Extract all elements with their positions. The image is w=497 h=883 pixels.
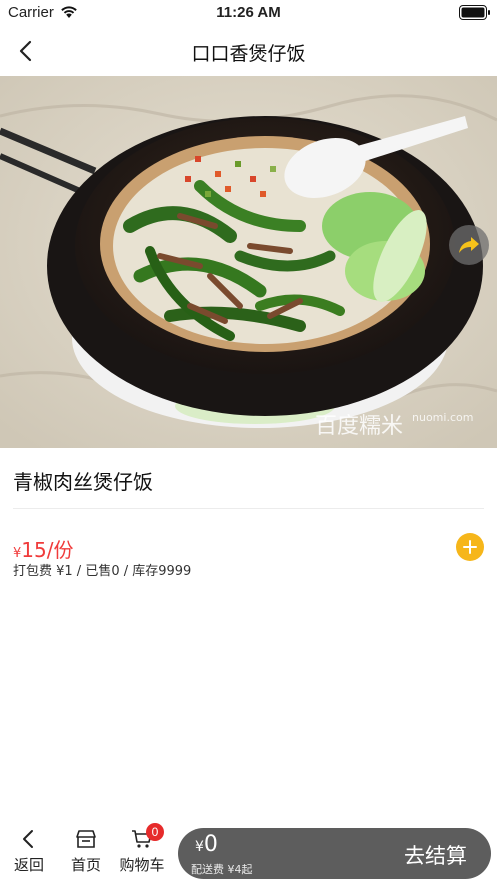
tab-cart[interactable]: 0 购物车 bbox=[116, 823, 168, 875]
checkout-bar[interactable]: ¥0 配送费 ¥4起 去结算 bbox=[178, 828, 491, 879]
product-name: 青椒肉丝煲仔饭 bbox=[13, 470, 153, 494]
price: ¥15/份 bbox=[13, 534, 73, 563]
delivery-fee: 配送费 ¥4起 bbox=[191, 863, 253, 876]
status-time: 11:26 AM bbox=[216, 4, 281, 21]
page-title: 口口香煲仔饭 bbox=[191, 43, 306, 65]
total-value: 0 bbox=[203, 832, 218, 857]
bottom-bar: 返回 首页 0 购物车 ¥0 配送费 ¥4起 去结算 bbox=[0, 822, 497, 883]
product-image: 百度糯米 nuomi.com bbox=[0, 76, 497, 448]
watermark-text: 百度糯米 bbox=[315, 414, 403, 439]
tab-home[interactable]: 首页 bbox=[60, 828, 112, 875]
tab-cart-label: 购物车 bbox=[119, 856, 165, 874]
status-bar: Carrier 11:26 AM bbox=[0, 0, 497, 26]
add-to-cart-button[interactable] bbox=[456, 533, 484, 561]
tab-back-label: 返回 bbox=[13, 856, 44, 874]
fee-line: 打包费 ¥1 / 已售0 / 库存9999 bbox=[13, 564, 192, 579]
nav-bar: 口口香煲仔饭 bbox=[0, 26, 497, 76]
battery-icon bbox=[459, 5, 490, 20]
divider bbox=[13, 508, 484, 509]
tab-home-label: 首页 bbox=[70, 856, 101, 874]
watermark-url: nuomi.com bbox=[412, 411, 473, 424]
total-price: ¥0 bbox=[195, 832, 218, 857]
price-value: 15/份 bbox=[21, 538, 74, 562]
share-icon bbox=[459, 237, 479, 253]
chevron-left-icon bbox=[23, 830, 33, 848]
share-button[interactable] bbox=[449, 225, 489, 265]
cart-badge: 0 bbox=[146, 823, 164, 841]
total-currency: ¥ bbox=[195, 839, 204, 855]
tab-back[interactable]: 返回 bbox=[3, 828, 55, 875]
store-icon bbox=[76, 830, 96, 848]
checkout-button[interactable]: 去结算 bbox=[404, 840, 467, 870]
